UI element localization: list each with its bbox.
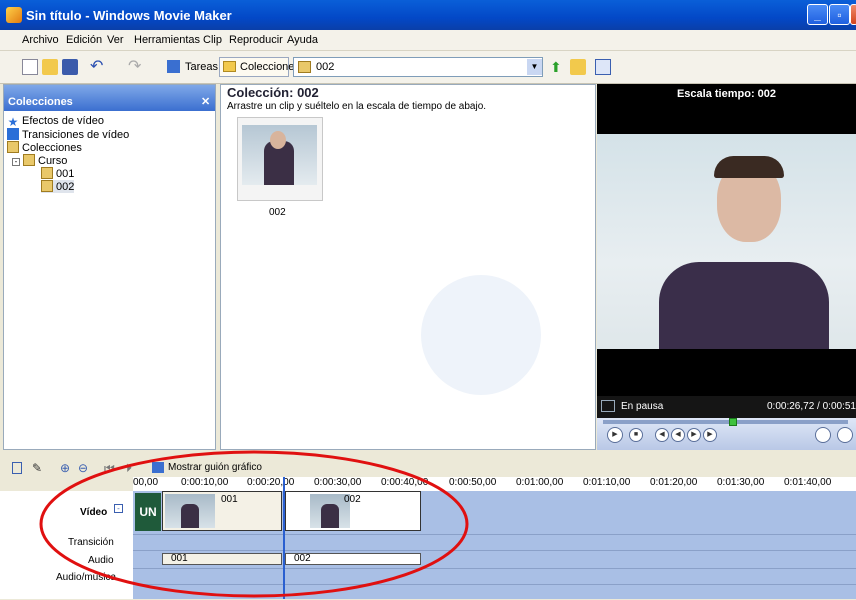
view-options-icon[interactable] [595,59,611,75]
collection-icon [41,167,53,179]
clip-thumbnail [242,125,317,185]
rewind-icon[interactable]: ◀ [671,428,685,442]
collections-button[interactable]: Colecciones [219,57,300,77]
collection-icon [23,154,35,166]
minimize-button[interactable]: _ [807,4,828,25]
collection-select-value: 002 [316,61,335,73]
snapshot-icon[interactable] [837,427,853,443]
tasks-label: Tareas [185,61,219,73]
menu-clip[interactable]: Clip [203,34,222,46]
previous-icon[interactable]: ◀ [655,428,669,442]
annotation-circle [39,450,469,598]
person-body-image [659,262,829,349]
tick-label: 0:01:40,00 [784,477,832,488]
tree-item-video-effects[interactable]: ★ Efectos de vídeo [7,115,104,128]
face-image [270,131,286,149]
monitor-icon [601,400,615,412]
open-folder-icon[interactable] [42,59,58,75]
up-level-icon[interactable]: ⬆ [550,59,566,75]
tick-label: 0:01:00,00 [516,477,564,488]
folder-icon [223,61,236,72]
maximize-button[interactable]: ▫ [829,4,850,25]
tick-label: 0:01:10,00 [583,477,631,488]
tree-item-collections[interactable]: Colecciones [7,141,82,154]
collections-label: Colecciones [240,61,300,73]
collection-title: Colección: 002 [227,85,319,100]
save-icon[interactable] [62,59,78,75]
title-bar: Sin título - Windows Movie Maker _ ▫ [0,0,856,30]
menu-edicion[interactable]: Edición [66,34,102,46]
tick-label: 0:01:20,00 [650,477,698,488]
stop-icon[interactable]: ■ [629,428,643,442]
tasks-icon [167,60,180,73]
watermark-film-icon [421,275,541,395]
menu-bar: Archivo Edición Ver Herramientas Clip Re… [0,30,856,51]
redo-icon[interactable]: ↷ [128,59,144,75]
menu-archivo[interactable]: Archivo [22,34,59,46]
collections-pane-header: Colecciones ✕ [4,85,215,111]
playback-controls: ▶ ■ ◀ ◀ ▶ ▶ [597,418,856,450]
person-hair-image [714,156,784,178]
chevron-down-icon[interactable]: ▼ [527,59,542,75]
annotation-ellipse [39,450,469,598]
tree-item-label: 001 [56,168,75,180]
collection-icon [7,141,19,153]
tree-item-video-transitions[interactable]: Transiciones de vídeo [7,128,129,141]
play-icon[interactable]: ▶ [607,427,623,443]
menu-reproducir[interactable]: Reproducir [229,34,283,46]
star-icon: ★ [7,115,19,129]
preview-status-bar: En pausa 0:00:26,72 / 0:00:51,8 [597,396,856,418]
video-frame [597,134,856,349]
collection-contents-pane: Colección: 002 Arrastre un clip y suélte… [220,84,596,450]
timeline-view-icon[interactable] [12,462,22,474]
tree-item-label: Efectos de vídeo [22,115,104,127]
new-collection-folder-icon[interactable] [570,59,586,75]
playback-time: 0:00:26,72 / 0:00:51,8 [767,401,856,412]
close-button[interactable] [850,4,856,25]
close-icon[interactable]: ✕ [201,95,210,108]
tree-item-002[interactable]: 002 [41,180,75,193]
collection-icon [298,61,311,73]
forward-icon[interactable]: ▶ [687,428,701,442]
collapse-icon[interactable]: - [12,158,20,166]
collection-icon [41,180,53,192]
clip-thumbnail-card[interactable] [237,117,323,201]
preview-title: Escala tiempo: 002 [676,88,777,100]
undo-icon[interactable]: ↶ [90,59,106,75]
toolbar: ↶ ↷ Tareas Colecciones 002 ▼ ⬆ [0,51,856,84]
tick-label: 0:01:30,00 [717,477,765,488]
menu-ver[interactable]: Ver [107,34,124,46]
collections-pane-title: Colecciones [8,96,73,108]
split-icon[interactable] [815,427,831,443]
tree-item-label: Transiciones de vídeo [22,129,130,141]
collections-pane: Colecciones ✕ ★ Efectos de vídeo Transici… [3,84,216,450]
window-title: Sin título - Windows Movie Maker [26,8,232,23]
next-icon[interactable]: ▶ [703,428,717,442]
tree-item-curso[interactable]: - Curso [12,154,67,167]
tasks-button[interactable]: Tareas [164,57,218,77]
movie-maker-app-icon [6,7,22,23]
menu-herramientas[interactable]: Herramientas [134,34,200,46]
new-project-icon[interactable] [22,59,38,75]
seek-thumb[interactable] [729,418,737,426]
tree-item-label: Curso [38,155,68,167]
tree-item-001[interactable]: 001 [41,167,74,180]
menu-ayuda[interactable]: Ayuda [287,34,318,46]
collection-select[interactable]: 002 ▼ [293,57,543,77]
clip-name: 002 [269,207,286,218]
tree-item-label: 002 [56,181,75,193]
collection-hint: Arrastre un clip y suéltelo en la escala… [227,101,487,112]
seek-bar[interactable] [603,420,848,424]
tree-item-label: Colecciones [22,142,82,154]
playback-status: En pausa [621,401,664,412]
transition-icon [7,128,19,140]
preview-monitor: Escala tiempo: 002 En pausa 0:00:26,72 /… [597,84,856,450]
